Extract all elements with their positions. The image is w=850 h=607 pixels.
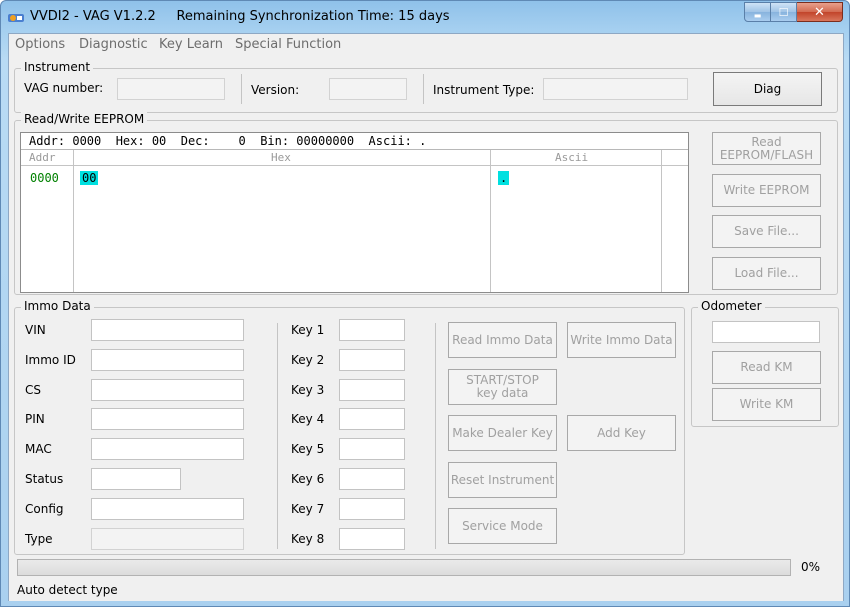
diag-button[interactable]: Diag [713,72,822,106]
immo-data-group-label: Immo Data [21,299,94,313]
immo-field-label: Type [25,531,53,546]
row-address: 0000 [30,171,59,185]
add-key-button[interactable]: Add Key [567,415,676,451]
immo-field-label: CS [25,382,41,397]
instrument-group: Instrument VAG number: Version: Instrume… [14,60,838,113]
key-slot-field[interactable] [339,378,405,401]
odometer-group-label: Odometer [698,299,765,313]
key-slot-field[interactable] [339,497,405,520]
immo-field-label: Immo ID [25,352,76,367]
window-title: VVDI2 - VAG V1.2.2 Remaining Synchroniza… [30,9,450,24]
read-km-button[interactable]: Read KM [712,351,821,384]
service-mode-button[interactable]: Service Mode [448,508,557,544]
hex-column-header: Hex [271,151,291,164]
menu-options[interactable]: Options [15,37,65,52]
grid-divider [490,150,491,292]
client-area: Options Diagnostic Key Learn Special Fun… [8,33,844,601]
eeprom-group-label: Read/Write EEPROM [21,112,148,126]
immo-field-label: Config [25,501,64,516]
write-immo-data-button[interactable]: Write Immo Data [567,322,676,358]
key-slot-label: Key 1 [291,323,325,337]
immo-field-input[interactable] [91,378,244,401]
app-window: VVDI2 - VAG V1.2.2 Remaining Synchroniza… [0,0,850,607]
app-logo-icon [8,14,24,22]
key-slot-label: Key 4 [291,412,325,427]
immo-field-input[interactable] [91,438,244,461]
minimize-button[interactable]: ▬ [744,2,771,22]
instrument-group-label: Instrument [21,60,94,74]
load-file-button[interactable]: Load File... [712,257,821,290]
read-immo-data-button[interactable]: Read Immo Data [448,322,557,358]
app-name: VVDI2 - VAG V1.2.2 [30,9,156,24]
odometer-km-field[interactable] [712,321,820,343]
write-eeprom-button[interactable]: Write EEPROM [712,174,821,207]
key-slot-label: Key 5 [291,442,325,457]
separator [277,323,278,549]
immo-field-input[interactable] [91,319,244,341]
version-field [329,78,407,100]
immo-field-input[interactable] [91,348,244,371]
immo-field-input[interactable] [91,408,244,431]
separator [423,74,424,104]
menu-diagnostic[interactable]: Diagnostic [79,37,148,52]
close-button[interactable]: ✕ [797,2,843,22]
status-bar: Auto detect type [9,580,843,601]
ascii-column-header: Ascii [555,151,589,164]
title-bar[interactable]: VVDI2 - VAG V1.2.2 Remaining Synchroniza… [1,1,849,33]
key-slot-field[interactable] [339,527,405,550]
separator [241,74,242,104]
write-km-button[interactable]: Write KM [712,388,821,421]
reset-instrument-button[interactable]: Reset Instrument [448,462,557,498]
key-slot-label: Key 3 [291,382,325,397]
instrument-type-field [543,78,688,100]
eeprom-grid[interactable]: Addr: 0000 Hex: 00 Dec: 0 Bin: 00000000 … [20,132,689,293]
immo-field-input [91,527,244,550]
eeprom-column-headers: Addr Hex Ascii [21,150,688,166]
ascii-cell-selected[interactable]: . [498,171,510,185]
make-dealer-key-button[interactable]: Make Dealer Key [448,415,557,451]
status-text: Auto detect type [17,583,118,597]
separator [435,323,436,549]
maximize-icon: ☐ [778,5,789,19]
read-eeprom-button[interactable]: Read EEPROM/FLASH [712,132,821,165]
key-slot-field[interactable] [339,319,405,341]
vag-number-label: VAG number: [24,81,104,95]
key-slot-field[interactable] [339,348,405,371]
key-slot-field[interactable] [339,438,405,461]
save-file-button[interactable]: Save File... [712,215,821,248]
hex-cell-selected[interactable]: 00 [80,171,99,185]
start-stop-key-data-button[interactable]: START/STOP key data [448,369,557,405]
sync-time-text: Remaining Synchronization Time: 15 days [176,9,450,24]
vag-number-field [117,78,225,100]
grid-divider [73,150,74,292]
key-slot-label: Key 6 [291,472,325,486]
maximize-button[interactable]: ☐ [771,2,797,22]
key-slot-label: Key 8 [291,531,325,546]
window-controls: ▬ ☐ ✕ [744,2,843,24]
version-label: Version: [251,83,300,97]
key-slot-label: Key 2 [291,352,325,367]
immo-field-input[interactable] [91,497,244,520]
instrument-type-label: Instrument Type: [433,83,535,97]
progress-bar [17,559,791,576]
key-slot-label: Key 7 [291,501,325,516]
addr-column-header: Addr [29,151,56,164]
eeprom-cursor-info: Addr: 0000 Hex: 00 Dec: 0 Bin: 00000000 … [21,133,688,150]
minimize-icon: ▬ [753,10,762,20]
menu-key-learn[interactable]: Key Learn [159,37,223,52]
immo-field-label: PIN [25,412,45,427]
key-slot-field[interactable] [339,408,405,431]
progress-percent: 0% [801,560,821,574]
menu-special-function[interactable]: Special Function [235,37,341,52]
menu-bar: Options Diagnostic Key Learn Special Fun… [9,34,843,55]
key-slot-field[interactable] [339,468,405,490]
immo-field-label: VIN [25,323,46,337]
immo-field-input[interactable] [91,468,181,490]
immo-field-label: MAC [25,442,52,457]
immo-field-label: Status [25,472,64,486]
grid-divider [661,150,662,292]
close-icon: ✕ [814,4,825,20]
